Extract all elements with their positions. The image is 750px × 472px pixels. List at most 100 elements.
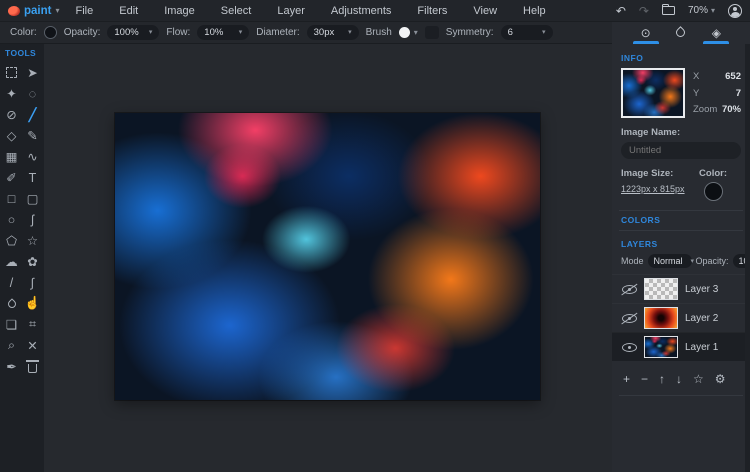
menu-item-filters[interactable]: Filters — [415, 3, 449, 19]
pencil-tool[interactable]: ✎ — [23, 126, 42, 145]
redo-icon[interactable]: ↷ — [639, 5, 649, 17]
top-menu-bar: paint ▾ File Edit Image Select Layer Adjustme… — [0, 0, 750, 22]
cursor-tool[interactable]: ➤ — [23, 63, 42, 82]
chevron-down-icon: ▾ — [55, 7, 59, 15]
cloud-tool[interactable]: ☁ — [2, 252, 21, 271]
symmetry-dropdown[interactable]: 6▾ — [501, 25, 553, 40]
layer-settings-button[interactable]: ⚙ — [715, 373, 726, 385]
flow-dropdown[interactable]: 10%▾ — [197, 25, 249, 40]
menu-item-select[interactable]: Select — [219, 3, 254, 19]
menu-item-image[interactable]: Image — [162, 3, 197, 19]
layer-label: Layer 3 — [685, 284, 718, 295]
eye-off-icon[interactable] — [622, 285, 637, 294]
info-tab[interactable]: ⊙ — [633, 26, 659, 44]
layer-opacity-label: Opacity: — [696, 256, 729, 266]
move-layer-up-button[interactable]: ↑ — [659, 373, 665, 385]
add-layer-button[interactable]: + — [623, 373, 630, 385]
diameter-dropdown[interactable]: 30px▾ — [307, 25, 359, 40]
open-file-icon[interactable] — [662, 6, 675, 15]
color-drop-tab[interactable] — [668, 26, 694, 44]
blend-mode-dropdown[interactable]: Normal▾ — [648, 254, 692, 268]
y-label: Y — [693, 88, 699, 99]
image-name-input[interactable] — [621, 142, 741, 159]
brush-color-swatch[interactable] — [44, 26, 57, 39]
divider — [619, 210, 743, 211]
smudge-tool[interactable]: ∿ — [23, 147, 42, 166]
resize-tool[interactable]: ✕ — [23, 336, 42, 355]
layer-thumbnail — [644, 307, 678, 329]
layer-mode-row: Mode Normal▾ Opacity: 100%▾ — [621, 254, 741, 268]
navigator-thumbnail[interactable] — [621, 68, 685, 118]
pentagon-tool[interactable]: ⬠ — [2, 231, 21, 250]
image-size-link[interactable]: 1223px x 815px — [621, 184, 685, 194]
tool-options-bar: Color: Opacity: 100%▾ Flow: 10%▾ Diamete… — [0, 22, 612, 44]
account-icon[interactable] — [728, 4, 742, 18]
crop-tool[interactable]: ⌗ — [23, 315, 42, 334]
brush-preset-dropdown[interactable]: ▾ — [399, 27, 418, 38]
rounded-rectangle-tool[interactable]: ▢ — [23, 189, 42, 208]
symmetry-toggle[interactable] — [425, 26, 439, 39]
opacity-dropdown[interactable]: 100%▾ — [107, 25, 159, 40]
layer-opacity-dropdown[interactable]: 100%▾ — [733, 254, 750, 268]
eye-off-icon[interactable] — [622, 314, 637, 323]
mode-label: Mode — [621, 256, 644, 266]
chevron-down-icon: ▾ — [348, 29, 352, 36]
delete-tool-icon — [28, 364, 37, 373]
remove-layer-button[interactable]: − — [641, 373, 648, 385]
zoom-tool[interactable]: ⌕ — [2, 336, 21, 355]
layers-tab[interactable]: ◈ — [703, 26, 729, 44]
y-value: 7 — [736, 88, 741, 99]
chevron-down-icon: ▾ — [691, 258, 695, 265]
menu-item-edit[interactable]: Edit — [117, 3, 140, 19]
marquee-select-tool[interactable] — [2, 63, 21, 82]
logo-text: paint — [24, 5, 51, 17]
opacity-label: Opacity: — [64, 27, 101, 38]
star-tool[interactable]: ☆ — [23, 231, 42, 250]
menu-item-layer[interactable]: Layer — [275, 3, 307, 19]
favorite-layer-button[interactable]: ☆ — [693, 373, 704, 385]
blur-tool[interactable] — [2, 294, 21, 313]
fill-tool[interactable]: ▦ — [2, 147, 21, 166]
canvas-image[interactable] — [115, 113, 540, 400]
foreground-color-swatch[interactable] — [704, 182, 723, 201]
flower-tool[interactable]: ✿ — [23, 252, 42, 271]
color-label: Color: — [10, 27, 37, 38]
layer-list: Layer 3 Layer 2Layer 1 — [612, 274, 750, 361]
paintbrush-tool[interactable]: ╱ — [23, 105, 42, 124]
info-tab-icon: ⊙ — [641, 26, 651, 40]
color-label: Color: — [699, 168, 727, 179]
rectangle-tool[interactable]: □ — [2, 189, 21, 208]
menu-item-help[interactable]: Help — [521, 3, 548, 19]
delete-tool[interactable] — [23, 357, 42, 376]
eraser-tool[interactable]: ◇ — [2, 126, 21, 145]
marker-tool[interactable]: ✐ — [2, 168, 21, 187]
size-color-row: Image Size: 1223px x 815px Color: — [621, 168, 741, 201]
layer-row[interactable]: Layer 3 — [612, 274, 750, 303]
layer-row[interactable]: Layer 2 — [612, 303, 750, 332]
undo-icon[interactable]: ↶ — [616, 5, 626, 17]
eyedropper-tool[interactable]: ✒ — [2, 357, 21, 376]
eye-icon[interactable] — [622, 343, 637, 352]
color-drop-tab-icon — [675, 26, 688, 39]
line-tool[interactable]: / — [2, 273, 21, 292]
flow-value: 10% — [204, 27, 223, 38]
chevron-down-icon: ▾ — [711, 7, 715, 15]
app-logo[interactable]: paint ▾ — [8, 5, 60, 17]
text-tool[interactable]: T — [23, 168, 42, 187]
spline-tool[interactable]: ∫ — [23, 273, 42, 292]
clone-stamp-tool[interactable]: ⊘ — [2, 105, 21, 124]
layer-row[interactable]: Layer 1 — [612, 332, 750, 361]
menu-item-adjustments[interactable]: Adjustments — [329, 3, 394, 19]
hand-tool[interactable]: ☝ — [23, 294, 42, 313]
menu-item-view[interactable]: View — [471, 3, 499, 19]
curve-tool[interactable]: ʃ — [23, 210, 42, 229]
image-name-label: Image Name: — [621, 127, 741, 138]
ellipse-tool[interactable]: ○ — [2, 210, 21, 229]
magic-wand-tool[interactable]: ✦ — [2, 84, 21, 103]
layer-thumbnail — [644, 278, 678, 300]
lasso-tool[interactable]: ◌ — [23, 84, 42, 103]
frame-tool[interactable]: ❏ — [2, 315, 21, 334]
move-layer-down-button[interactable]: ↓ — [676, 373, 682, 385]
menu-item-file[interactable]: File — [74, 3, 96, 19]
zoom-level-dropdown[interactable]: 70% ▾ — [688, 5, 715, 16]
